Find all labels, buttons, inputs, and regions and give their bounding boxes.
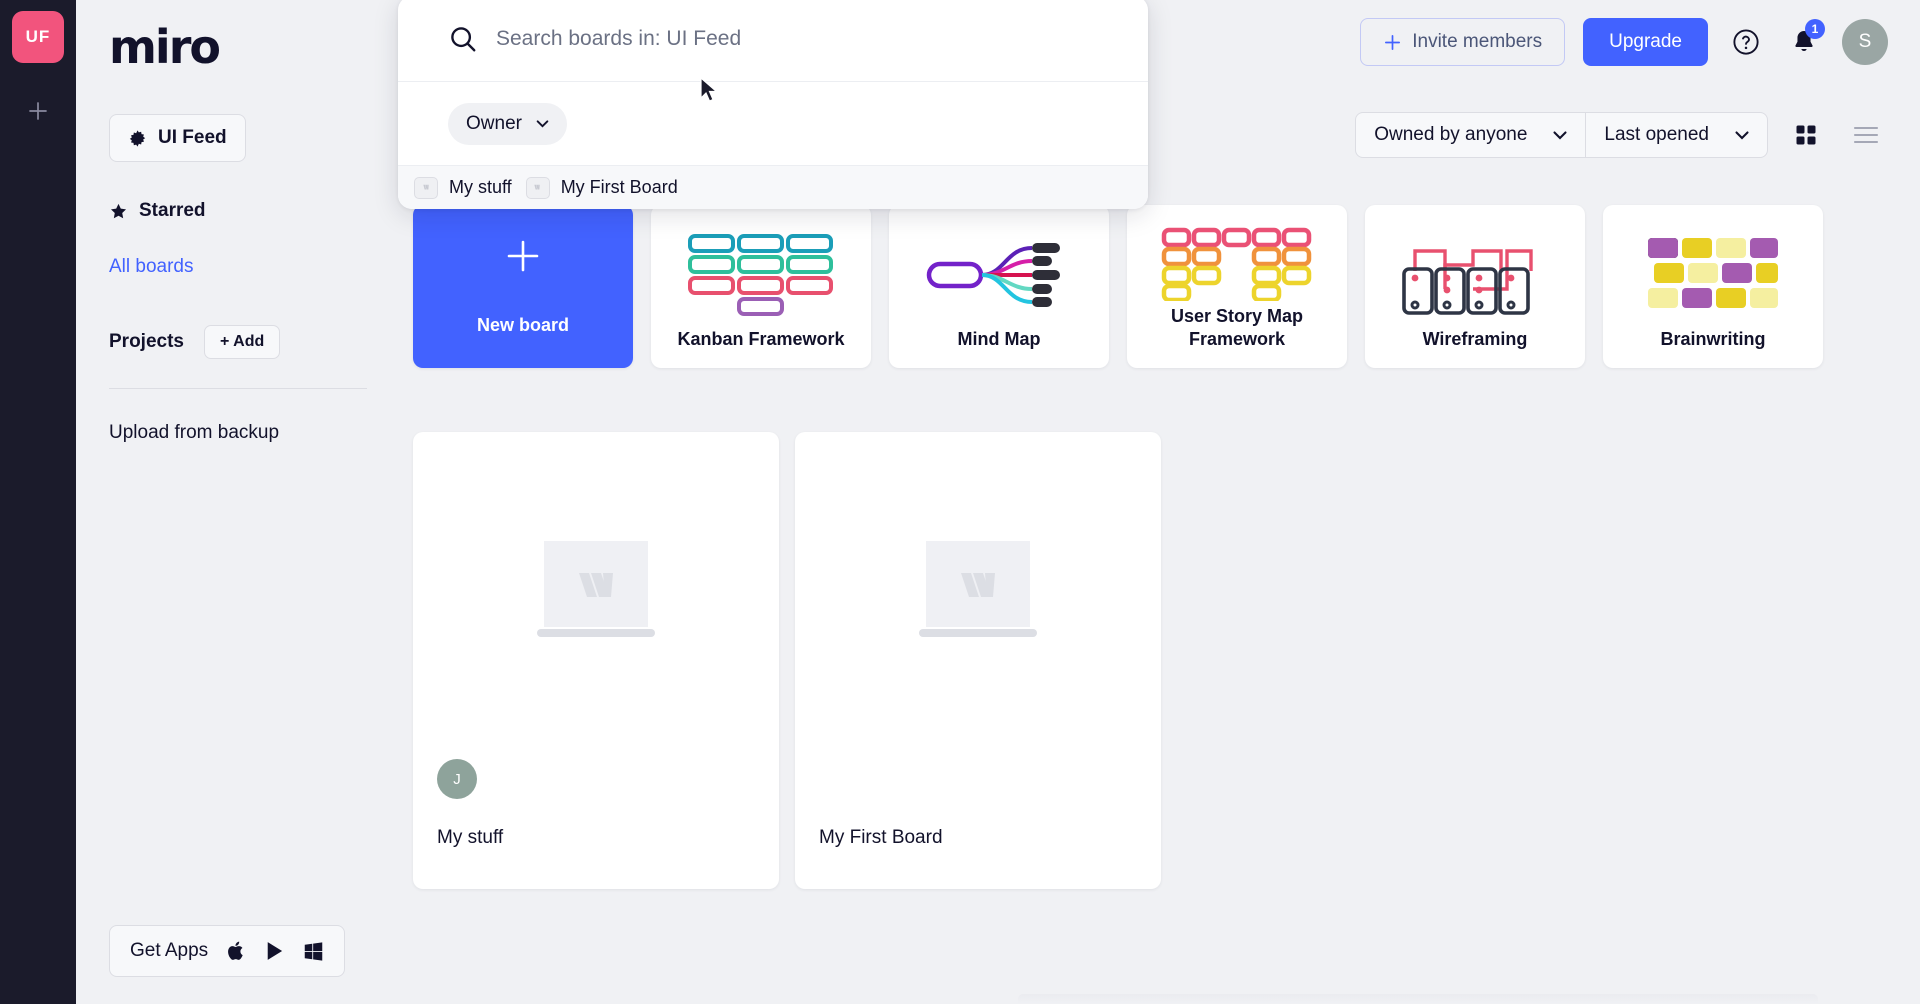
add-team-button[interactable]: [18, 91, 58, 131]
board-thumbnail: [413, 432, 779, 762]
projects-section: Projects + Add: [109, 325, 281, 359]
sidebar-divider: [109, 388, 367, 389]
search-input-row: [398, 0, 1148, 82]
board-owner-avatar: J: [437, 759, 477, 799]
get-apps-label: Get Apps: [130, 940, 209, 961]
sidebar-item-all-boards[interactable]: All boards: [109, 256, 194, 278]
board-card-my-stuff[interactable]: J My stuff: [413, 432, 779, 889]
mouse-cursor: [700, 76, 720, 110]
search-suggestion-label: My First Board: [560, 177, 678, 197]
bottom-scroll-affordance: [1018, 994, 1818, 1004]
search-suggestion-my-first-board[interactable]: My First Board: [525, 176, 678, 199]
gear-icon: [129, 129, 146, 147]
template-card-wireframing-label: Wireframing: [1422, 328, 1528, 349]
template-card-mindmap[interactable]: Mind Map: [889, 205, 1109, 368]
board-thumb-icon: [414, 176, 438, 199]
sidebar-item-all-boards-label: All boards: [109, 256, 194, 277]
userstorymap-thumbnail: [1137, 223, 1337, 305]
wireframing-thumbnail: [1375, 223, 1575, 328]
new-board-card[interactable]: New board: [413, 205, 633, 368]
template-card-userstorymap-label: User Story Map Framework: [1170, 306, 1304, 349]
search-input[interactable]: [496, 26, 1100, 51]
sidebar-item-starred-label: Starred: [139, 200, 206, 221]
search-suggestion-my-stuff[interactable]: My stuff: [414, 176, 512, 199]
google-play-icon: [267, 942, 283, 960]
brainwriting-thumbnail: [1613, 223, 1813, 328]
board-thumb-icon: [525, 176, 550, 199]
sidebar-item-upload-backup[interactable]: Upload from backup: [109, 422, 279, 444]
template-card-userstorymap[interactable]: User Story Map Framework: [1127, 205, 1347, 368]
template-card-brainwriting[interactable]: Brainwriting: [1603, 205, 1823, 368]
template-card-mindmap-label: Mind Map: [957, 328, 1041, 349]
board-card-title: My First Board: [819, 827, 943, 848]
board-thumbnail: [795, 432, 1161, 762]
kanban-thumbnail: [661, 223, 861, 328]
template-gallery: New board Kanban Framework Mind Map User…: [413, 205, 1823, 368]
search-suggestion-label: My stuff: [449, 177, 512, 197]
sidebar-item-starred[interactable]: Starred: [109, 200, 206, 222]
owner-filter-chip-label: Owner: [466, 112, 522, 134]
search-filters-row: Owner: [398, 82, 1148, 166]
search-suggestions-row: My stuff My First Board: [398, 166, 1148, 209]
miro-logo[interactable]: miro: [109, 20, 221, 74]
chevron-down-icon: [536, 119, 549, 128]
apple-icon: [228, 941, 243, 960]
board-card-my-first-board[interactable]: My First Board: [795, 432, 1161, 889]
template-card-kanban[interactable]: Kanban Framework: [651, 205, 871, 368]
left-navigation: miro UI Feed Starred All boards Projects…: [76, 0, 408, 1004]
windows-icon: [304, 941, 323, 961]
owner-filter-chip[interactable]: Owner: [448, 102, 567, 145]
search-overlay-panel: Owner My stuff: [398, 0, 1148, 209]
mindmap-thumbnail: [899, 223, 1099, 328]
template-card-wireframing[interactable]: Wireframing: [1365, 205, 1585, 368]
team-rail: UF: [0, 0, 76, 1004]
team-selector[interactable]: UI Feed: [109, 114, 246, 162]
projects-heading: Projects: [109, 331, 184, 352]
plus-icon: [507, 240, 539, 272]
boards-grid: J My stuff My First Board: [413, 432, 1161, 889]
star-icon: [110, 203, 127, 218]
add-project-button[interactable]: + Add: [203, 325, 281, 359]
miro-dashboard: UF miro UI Feed Starred All boards Proje…: [0, 0, 1920, 1004]
get-apps-button[interactable]: Get Apps: [109, 925, 346, 977]
plus-icon: [29, 102, 47, 120]
team-badge-uf[interactable]: UF: [12, 11, 64, 63]
new-board-label: New board: [476, 315, 569, 336]
team-chip-label: UI Feed: [158, 127, 227, 148]
template-card-brainwriting-label: Brainwriting: [1660, 328, 1766, 349]
board-card-title: My stuff: [437, 827, 504, 848]
template-card-kanban-label: Kanban Framework: [677, 328, 845, 349]
search-icon: [451, 26, 476, 51]
